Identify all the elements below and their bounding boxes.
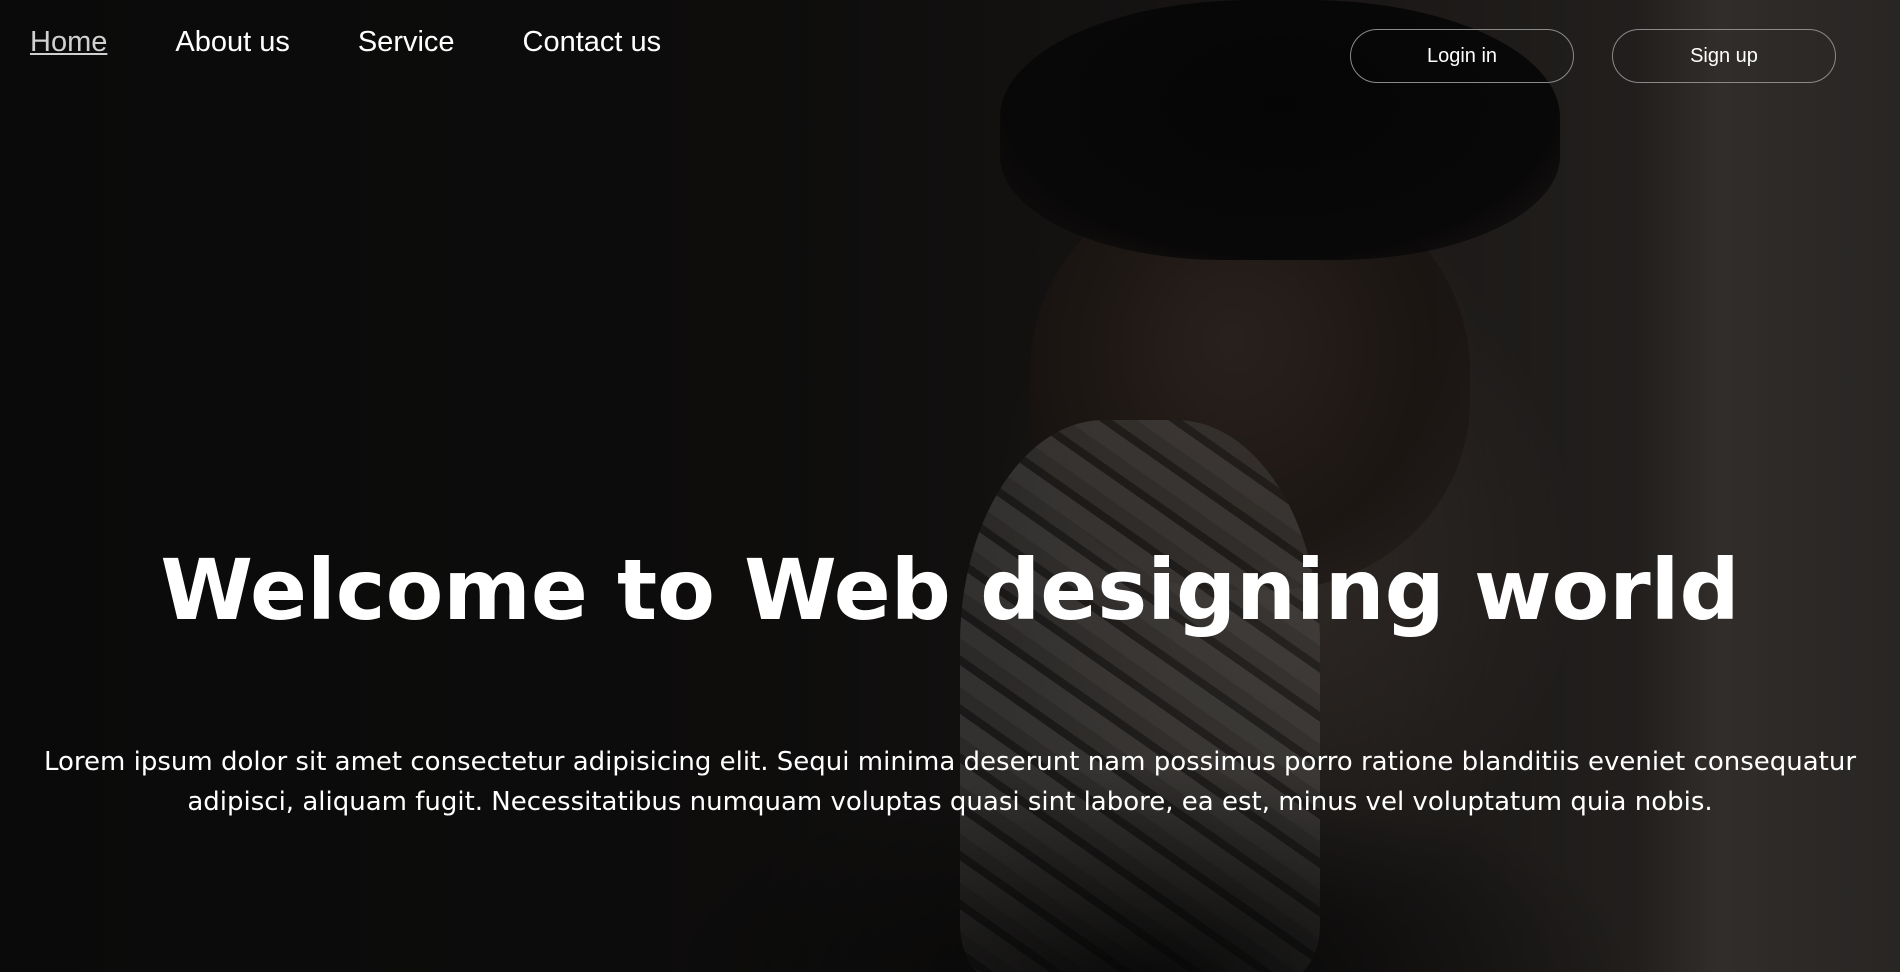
hero-content: Welcome to Web designing world Lorem ips…: [0, 530, 1900, 822]
nav-link-about-us[interactable]: About us: [175, 26, 289, 59]
nav-link-home[interactable]: Home: [30, 26, 107, 59]
login-button[interactable]: Login in: [1350, 29, 1574, 83]
nav-link-service[interactable]: Service: [358, 26, 455, 59]
nav-link-contact-us[interactable]: Contact us: [523, 26, 662, 59]
hero-title: Welcome to Web designing world: [160, 541, 1740, 639]
nav-links: Home About us Service Contact us: [30, 26, 729, 59]
signup-button[interactable]: Sign up: [1612, 29, 1836, 83]
hero-section: Home About us Service Contact us Login i…: [0, 0, 1900, 972]
top-navigation: Home About us Service Contact us Login i…: [0, 0, 1900, 96]
dark-overlay: [0, 0, 1900, 972]
auth-buttons: Login in Sign up: [1350, 29, 1836, 83]
hero-description: Lorem ipsum dolor sit amet consectetur a…: [43, 747, 1857, 817]
